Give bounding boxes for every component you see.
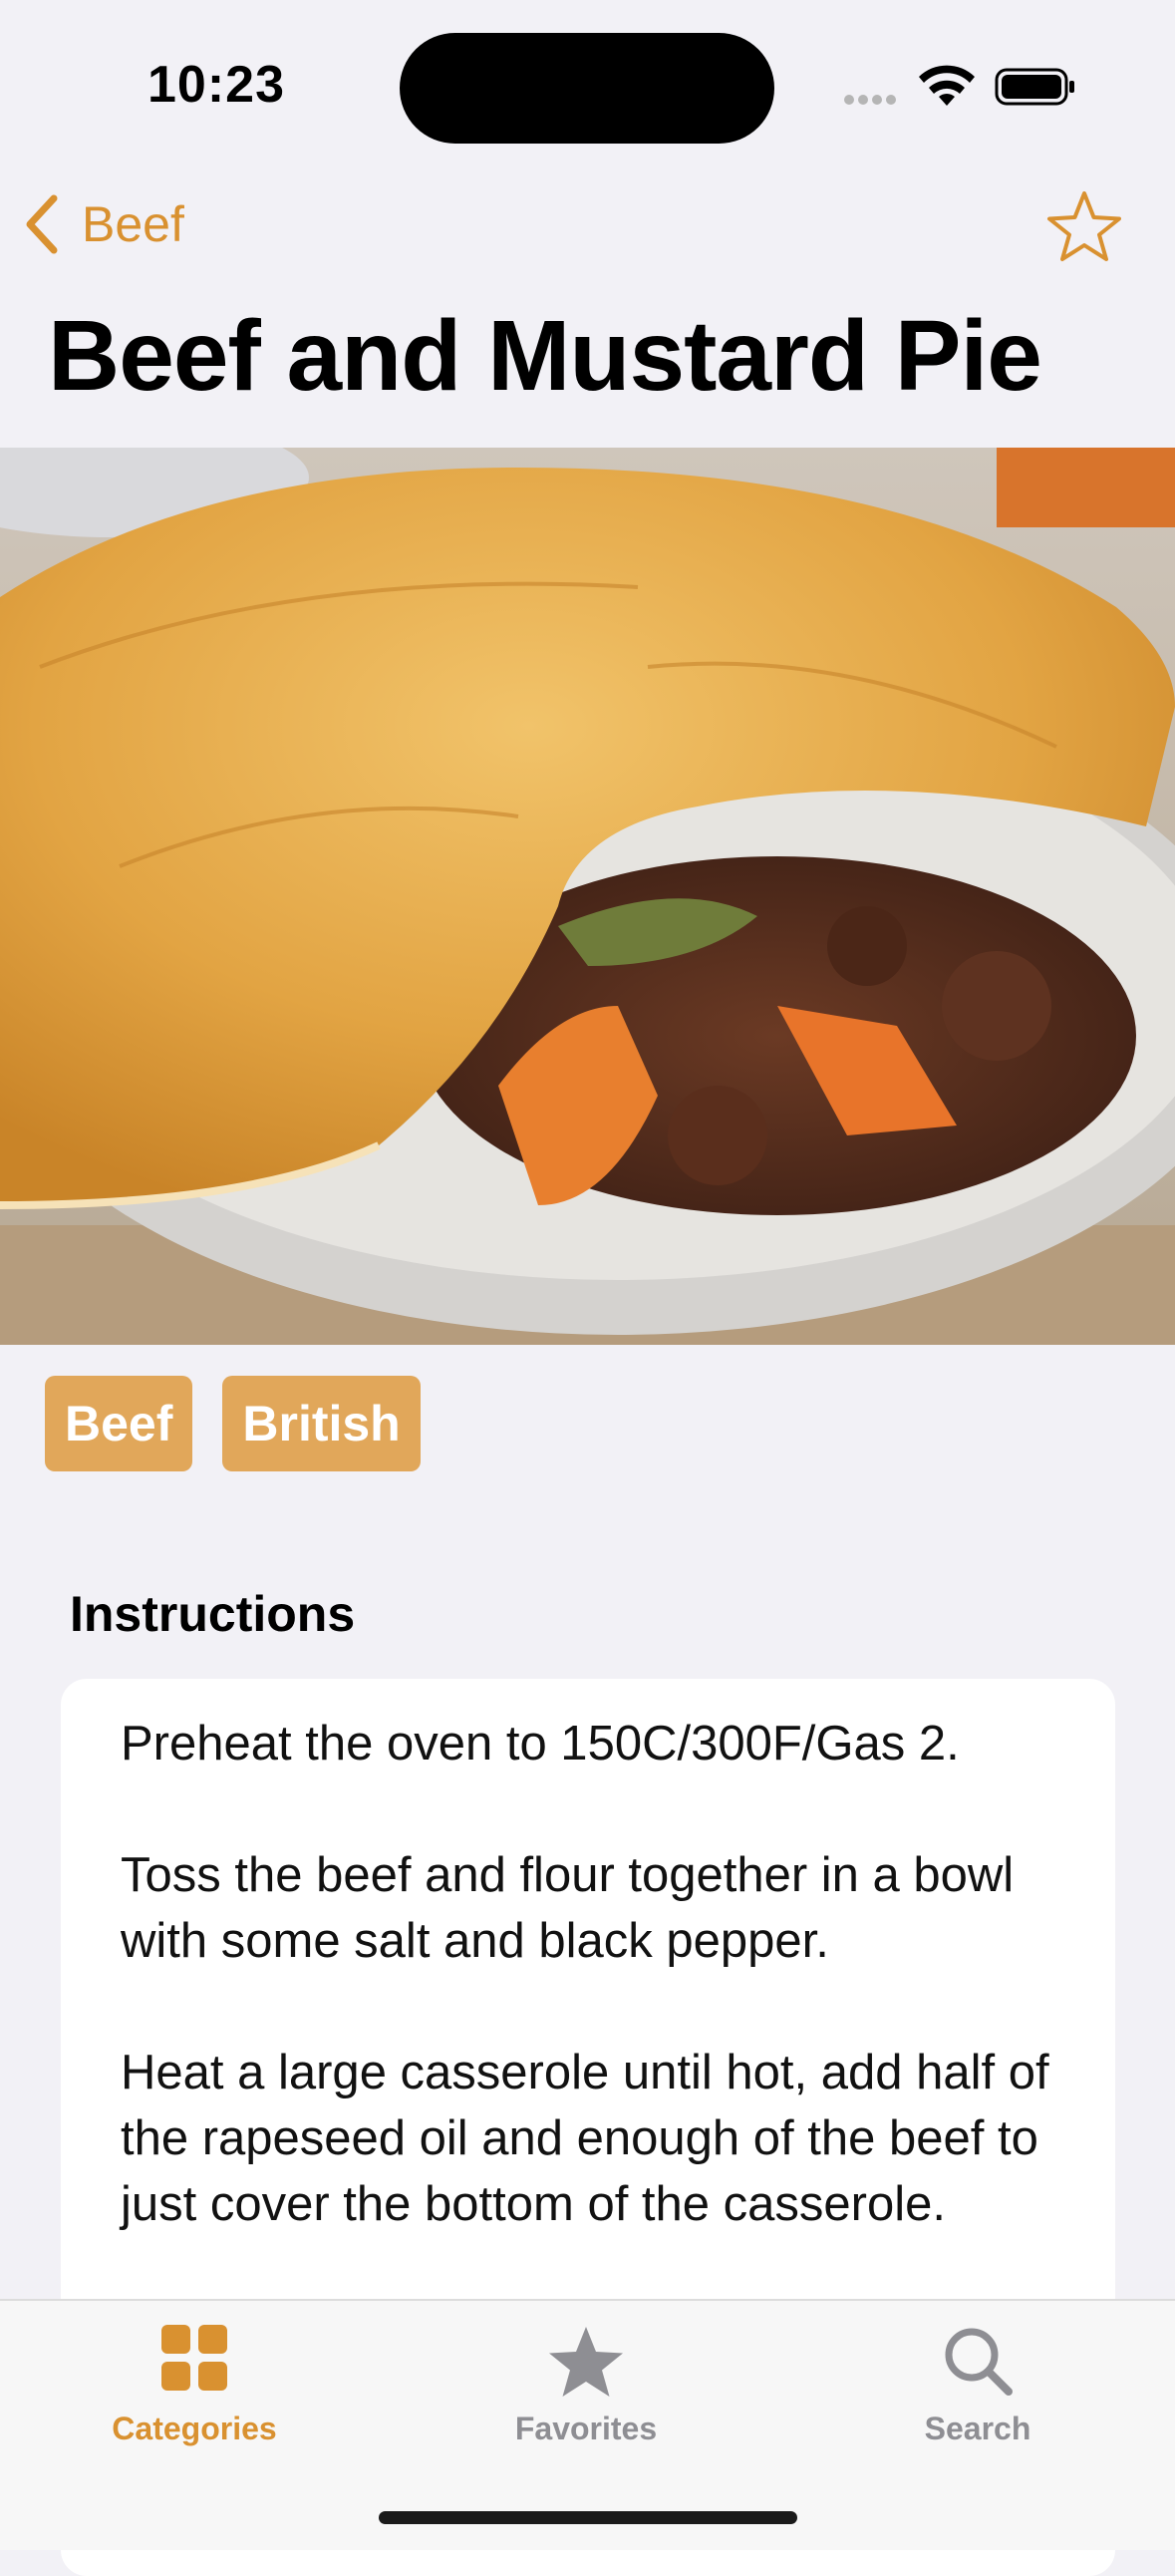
- instruction-paragraph: Heat a large casserole until hot, add ha…: [121, 2046, 1049, 2231]
- status-time: 10:23: [147, 56, 285, 114]
- dynamic-island: [400, 33, 774, 144]
- tag-british[interactable]: British: [222, 1376, 421, 1471]
- tab-search[interactable]: Search: [848, 2301, 1107, 2460]
- status-icons: [844, 65, 1074, 106]
- instructions-heading: Instructions: [70, 1586, 356, 1642]
- instruction-paragraph: Preheat the oven to 150C/300F/Gas 2.: [121, 1717, 960, 1771]
- back-label: Beef: [82, 196, 184, 252]
- tab-label-favorites: Favorites: [514, 2411, 658, 2446]
- battery-icon: [995, 68, 1074, 106]
- tag-beef[interactable]: Beef: [45, 1376, 193, 1471]
- wifi-icon: [919, 65, 975, 106]
- status-bar: 10:23: [0, 0, 1175, 160]
- recipe-image: [0, 448, 1175, 1345]
- cellular-signal-icon: [844, 95, 896, 105]
- favorite-button[interactable]: [1044, 187, 1124, 267]
- search-icon: [945, 2328, 1013, 2396]
- instruction-paragraph: Toss the beef and flour together in a bo…: [121, 1848, 1015, 1968]
- page-title: Beef and Mustard Pie: [48, 300, 1042, 412]
- grid-icon: [161, 2325, 227, 2391]
- star-icon: [549, 2327, 623, 2397]
- tag-list: Beef British: [45, 1376, 421, 1471]
- tab-favorites[interactable]: Favorites: [456, 2301, 716, 2460]
- chevron-left-icon: [26, 194, 58, 254]
- tab-label-categories: Categories: [112, 2411, 277, 2446]
- home-indicator[interactable]: [379, 2511, 797, 2524]
- star-outline-icon: [1047, 191, 1121, 261]
- tab-categories[interactable]: Categories: [65, 2301, 324, 2460]
- back-button[interactable]: Beef: [24, 189, 184, 259]
- tab-label-search: Search: [924, 2411, 1031, 2446]
